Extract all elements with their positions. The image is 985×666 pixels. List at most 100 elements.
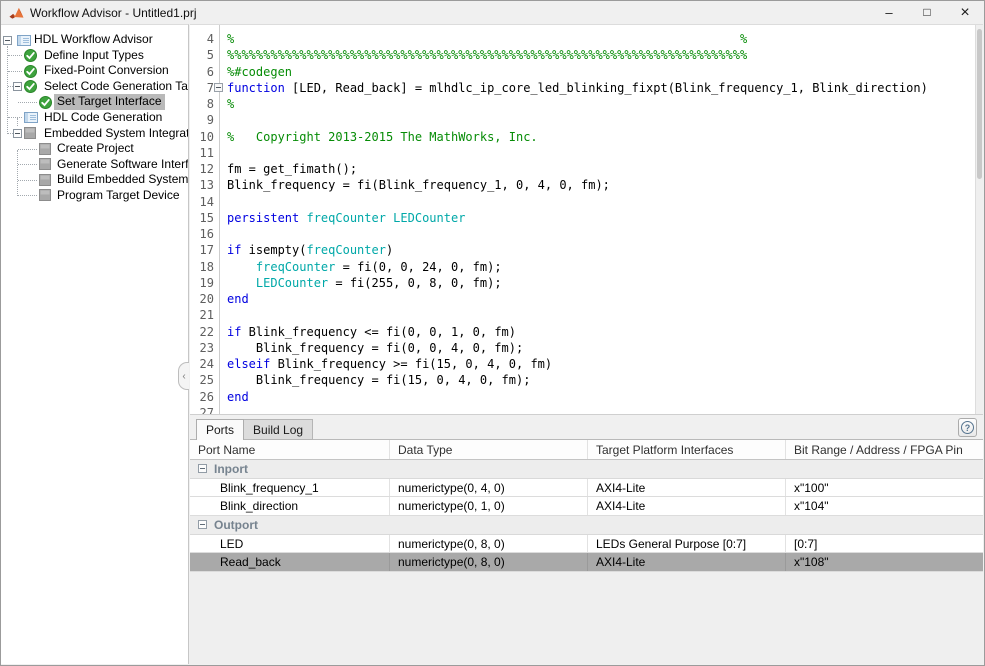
tree-item-fixed-point-conversion[interactable]: Fixed-Point Conversion bbox=[1, 63, 188, 79]
tree-item-define-input-types[interactable]: Define Input Types bbox=[1, 48, 188, 64]
group-collapse-icon[interactable] bbox=[198, 520, 207, 529]
task-folder-icon bbox=[17, 34, 30, 47]
status-complete-check-icon bbox=[24, 80, 37, 93]
line-number: 18 bbox=[190, 259, 214, 275]
collapse-minus-icon[interactable] bbox=[13, 129, 22, 138]
window-title: Workflow Advisor - Untitled1.prj bbox=[30, 6, 197, 20]
code-token: persistent bbox=[227, 211, 299, 225]
code-line: 10 % Copyright 2013-2015 The MathWorks, I… bbox=[190, 129, 975, 145]
column-header-port-name[interactable]: Port Name bbox=[190, 440, 390, 459]
task-folder-icon bbox=[24, 111, 37, 124]
tree-item-label: Embedded System Integration bbox=[41, 126, 189, 142]
status-pending-icon bbox=[39, 143, 52, 156]
cell-bit-range-address-fpga-pin: x"108" bbox=[786, 553, 983, 571]
title-bar: Workflow Advisor - Untitled1.prj – □ × bbox=[1, 1, 984, 24]
line-number: 9 bbox=[190, 112, 214, 128]
code-token: elseif bbox=[227, 357, 270, 371]
line-number: 20 bbox=[190, 291, 214, 307]
port-row-blink-direction[interactable]: Blink_directionnumerictype(0, 1, 0)AXI4-… bbox=[190, 497, 983, 516]
column-header-target-platform-interfaces[interactable]: Target Platform Interfaces bbox=[588, 440, 786, 459]
minimize-button[interactable]: – bbox=[870, 1, 908, 24]
column-header-data-type[interactable]: Data Type bbox=[390, 440, 588, 459]
code-text: persistent freqCounter LEDCounter bbox=[227, 210, 465, 226]
tree-connector bbox=[18, 180, 37, 181]
port-row-read-back[interactable]: Read_backnumerictype(0, 8, 0)AXI4-Litex"… bbox=[190, 553, 983, 572]
port-row-blink-frequency-1[interactable]: Blink_frequency_1numerictype(0, 4, 0)AXI… bbox=[190, 479, 983, 498]
line-number: 10 bbox=[190, 129, 214, 145]
tree-connector bbox=[18, 102, 37, 103]
tree-item-embedded-system-integration[interactable]: Embedded System Integration bbox=[1, 126, 188, 142]
tree-item-program-target-device[interactable]: Program Target Device bbox=[1, 188, 188, 204]
tab-strip: PortsBuild Log ? bbox=[190, 415, 983, 440]
line-number: 23 bbox=[190, 340, 214, 356]
code-editor[interactable]: 4% %5%%%%%%%%%%%%%%%%%%%%%%%%%%%%%%%%%%%… bbox=[190, 24, 983, 414]
help-button[interactable]: ? bbox=[958, 418, 977, 437]
code-line: 17if isempty(freqCounter) bbox=[190, 242, 975, 258]
collapse-minus-icon[interactable] bbox=[13, 82, 22, 91]
collapse-minus-icon[interactable] bbox=[3, 36, 12, 45]
code-line: 6%#codegen bbox=[190, 64, 975, 80]
code-line: 12fm = get_fimath(); bbox=[190, 161, 975, 177]
port-group-outport[interactable]: Outport bbox=[190, 516, 983, 535]
cell-bit-range-address-fpga-pin: x"100" bbox=[786, 479, 983, 497]
cell-data-type: numerictype(0, 8, 0) bbox=[390, 535, 588, 553]
tree-item-hdl-code-generation[interactable]: HDL Code Generation bbox=[1, 110, 188, 126]
tab-ports[interactable]: Ports bbox=[196, 419, 244, 440]
code-line: 11 bbox=[190, 145, 975, 161]
status-complete-check-icon bbox=[24, 49, 37, 62]
tree-item-hdl-workflow-advisor[interactable]: HDL Workflow Advisor bbox=[1, 32, 188, 48]
matlab-icon bbox=[9, 6, 24, 20]
code-text: function [LED, Read_back] = mlhdlc_ip_co… bbox=[227, 80, 928, 96]
tab-build-log[interactable]: Build Log bbox=[244, 419, 313, 440]
code-lines: 4% %5%%%%%%%%%%%%%%%%%%%%%%%%%%%%%%%%%%%… bbox=[190, 31, 975, 414]
code-line: 27 bbox=[190, 405, 975, 414]
group-collapse-icon[interactable] bbox=[198, 464, 207, 473]
code-token: freqCounter bbox=[306, 243, 385, 257]
tree-item-generate-software-interface[interactable]: Generate Software Interface bbox=[1, 157, 188, 173]
cell-port-name: Blink_direction bbox=[190, 497, 390, 515]
port-group-inport[interactable]: Inport bbox=[190, 460, 983, 479]
line-number: 7 bbox=[190, 80, 214, 96]
code-text: % Copyright 2013-2015 The MathWorks, Inc… bbox=[227, 129, 538, 145]
code-text: if isempty(freqCounter) bbox=[227, 242, 393, 258]
column-header-bit-range[interactable]: Bit Range / Address / FPGA Pin bbox=[786, 440, 983, 459]
tree-item-create-project[interactable]: Create Project bbox=[1, 141, 188, 157]
code-line: 15persistent freqCounter LEDCounter bbox=[190, 210, 975, 226]
line-number: 25 bbox=[190, 372, 214, 388]
table-body: Inport Blink_frequency_1numerictype(0, 4,… bbox=[190, 460, 983, 572]
status-pending-icon bbox=[39, 158, 52, 171]
scrollbar-thumb[interactable] bbox=[977, 29, 982, 179]
code-line: 23 Blink_frequency = fi(0, 0, 4, 0, fm); bbox=[190, 340, 975, 356]
tree-item-select-code-generation-target[interactable]: Select Code Generation Target bbox=[1, 79, 188, 95]
tree-item-build-embedded-system[interactable]: Build Embedded System bbox=[1, 172, 188, 188]
tree-item-label: Fixed-Point Conversion bbox=[41, 63, 172, 79]
tree-item-set-target-interface[interactable]: Set Target Interface bbox=[1, 94, 188, 110]
code-line: 16 bbox=[190, 226, 975, 242]
status-pending-icon bbox=[39, 189, 52, 202]
code-text: Blink_frequency = fi(15, 0, 4, 0, fm); bbox=[227, 372, 530, 388]
code-text: Blink_frequency = fi(0, 0, 4, 0, fm); bbox=[227, 340, 523, 356]
close-button[interactable]: × bbox=[946, 1, 984, 24]
code-token bbox=[227, 276, 256, 290]
workflow-tree[interactable]: HDL Workflow AdvisorDefine Input TypesFi… bbox=[1, 24, 189, 664]
tree-item-label: HDL Workflow Advisor bbox=[31, 32, 156, 48]
code-token: % % bbox=[227, 32, 747, 46]
line-number: 14 bbox=[190, 194, 214, 210]
editor-scrollbar[interactable] bbox=[975, 25, 983, 414]
status-pending-icon bbox=[39, 174, 52, 187]
panel-collapse-handle[interactable]: ‹ bbox=[178, 362, 189, 390]
code-line: 26end bbox=[190, 389, 975, 405]
cell-target-platform-interfaces: AXI4-Lite bbox=[588, 553, 786, 571]
code-line: 9 bbox=[190, 112, 975, 128]
code-text: freqCounter = fi(0, 0, 24, 0, fm); bbox=[227, 259, 502, 275]
line-number: 26 bbox=[190, 389, 214, 405]
maximize-button[interactable]: □ bbox=[908, 1, 946, 24]
code-text: elseif Blink_frequency >= fi(15, 0, 4, 0… bbox=[227, 356, 552, 372]
tree-connector bbox=[8, 55, 22, 56]
cell-port-name: LED bbox=[190, 535, 390, 553]
port-row-led[interactable]: LEDnumerictype(0, 8, 0)LEDs General Purp… bbox=[190, 535, 983, 554]
code-fold-icon[interactable] bbox=[214, 83, 223, 92]
cell-target-platform-interfaces: LEDs General Purpose [0:7] bbox=[588, 535, 786, 553]
code-line: 4% % bbox=[190, 31, 975, 47]
group-label: Inport bbox=[214, 462, 248, 476]
